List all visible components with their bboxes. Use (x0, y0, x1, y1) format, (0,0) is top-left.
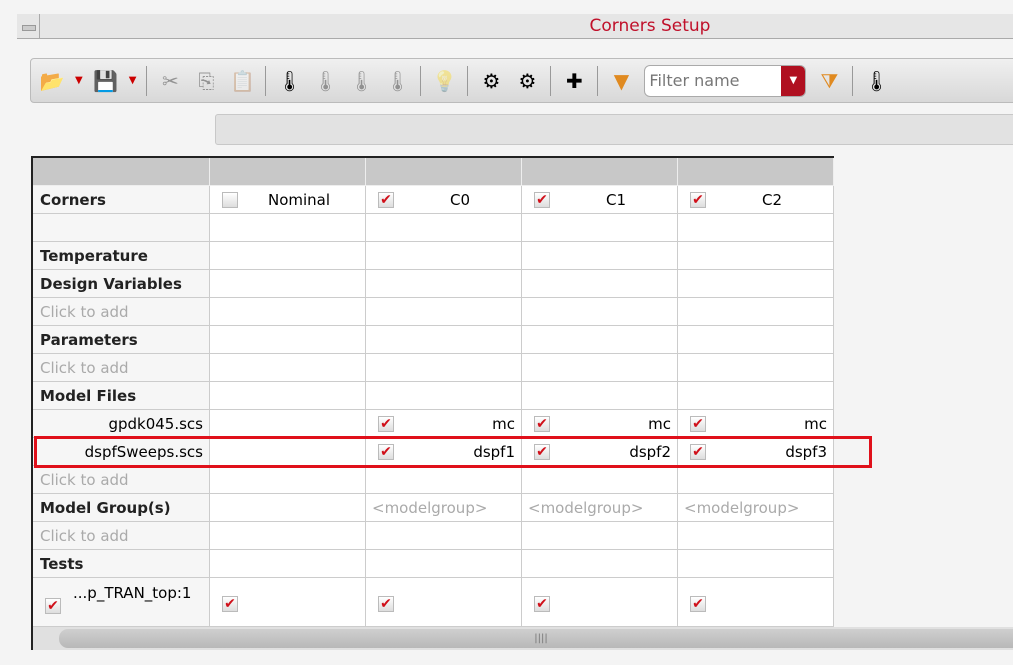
model-file-row-gpdk045: gpdk045.scs ✔ mc ✔ mc ✔ mc (33, 410, 834, 438)
model-section-cell[interactable]: ✔ mc (366, 410, 522, 438)
horizontal-scrollbar[interactable]: |||| (31, 627, 1013, 650)
add-model-group[interactable]: Click to add (33, 522, 210, 550)
toolbar: 📂 ▼ 💾 ▼ ✂ ⎘ 📋 🌡 🌡 🌡 🌡 💡 ⚙ ⚙ ✚ ▼ Filter nam… (30, 58, 1013, 103)
checkbox[interactable]: ✔ (534, 415, 550, 432)
design-variables-label: Design Variables (33, 270, 210, 298)
model-files-label: Model Files (33, 382, 210, 410)
clear-filter-icon[interactable]: ⧩ (816, 66, 842, 96)
filter-icon[interactable]: ▼ (608, 66, 634, 96)
title-bar: Corners Setup (17, 14, 1013, 39)
corner-c0[interactable]: ✔ C0 (366, 186, 522, 214)
copy-icon[interactable]: ⎘ (193, 66, 219, 96)
cell[interactable] (522, 242, 678, 270)
cell[interactable] (366, 242, 522, 270)
test-c0-checkbox[interactable]: ✔ (378, 596, 394, 612)
filter-name-input[interactable]: Filter name ▼ (644, 64, 807, 97)
modelgroup-cell[interactable]: <modelgroup> (678, 494, 834, 522)
test-c1-checkbox[interactable]: ✔ (534, 596, 550, 612)
model-groups-label: Model Group(s) (33, 494, 210, 522)
temperature-label: Temperature (33, 242, 210, 270)
cut-icon[interactable]: ✂ (157, 66, 183, 96)
c2-checkbox[interactable]: ✔ (690, 191, 706, 208)
corner-nominal[interactable]: Nominal (210, 186, 366, 214)
window-title: Corners Setup (589, 16, 711, 36)
parameters-label: Parameters (33, 326, 210, 354)
save-csv-icon[interactable]: 💾 (93, 66, 119, 96)
cell[interactable] (210, 242, 366, 270)
test-checkbox[interactable]: ✔ (45, 598, 61, 614)
nominal-checkbox[interactable] (222, 191, 238, 208)
modelgroup-cell[interactable]: <modelgroup> (522, 494, 678, 522)
corners-table: Corners Nominal ✔ C0 ✔ C1 ✔ C2 Temperature … (31, 156, 834, 627)
corner-c2[interactable]: ✔ C2 (678, 186, 834, 214)
temperature-settings-icon[interactable]: 🌡 (863, 66, 889, 96)
open-csv-icon[interactable]: 📂 (39, 66, 65, 96)
status-bar (215, 114, 1013, 145)
tests-label: Tests (33, 550, 210, 578)
filter-dropdown-icon[interactable]: ▼ (781, 65, 806, 96)
highlight-box (34, 436, 872, 468)
corners-row: Corners Nominal ✔ C0 ✔ C1 ✔ C2 (33, 186, 834, 214)
save-dropdown-icon[interactable]: ▼ (129, 75, 137, 86)
c1-checkbox[interactable]: ✔ (534, 191, 550, 208)
model-section-cell[interactable]: ✔ mc (522, 410, 678, 438)
delete-temperature-icon[interactable]: 🌡 (312, 66, 338, 96)
move-cross-icon[interactable]: ✚ (561, 66, 587, 96)
add-temperature-icon[interactable]: 🌡 (276, 66, 302, 96)
add-parameter[interactable]: Click to add (33, 354, 210, 382)
paste-icon[interactable]: 📋 (229, 66, 255, 96)
temp-move-right-icon[interactable]: 🌡 (348, 66, 374, 96)
settings-docs-icon[interactable]: ⚙ (514, 66, 540, 96)
model-section-cell[interactable]: ✔ mc (678, 410, 834, 438)
scrollbar-thumb[interactable]: |||| (59, 629, 1013, 648)
open-dropdown-icon[interactable]: ▼ (75, 75, 83, 86)
modelgroup-cell[interactable]: <modelgroup> (366, 494, 522, 522)
corner-c1[interactable]: ✔ C1 (522, 186, 678, 214)
temp-move-left-icon[interactable]: 🌡 (384, 66, 410, 96)
add-design-variable[interactable]: Click to add (33, 298, 210, 326)
settings-doc-icon[interactable]: ⚙ (478, 66, 504, 96)
test-c2-checkbox[interactable]: ✔ (690, 596, 706, 612)
c0-checkbox[interactable]: ✔ (378, 191, 394, 208)
add-model-file[interactable]: Click to add (33, 466, 210, 494)
lightbulb-icon[interactable]: 💡 (431, 66, 457, 96)
test-nominal-checkbox[interactable]: ✔ (222, 596, 238, 612)
cell[interactable] (678, 242, 834, 270)
test-row: ✔ ...p_TRAN_top:1 ✔ ✔ ✔ ✔ (33, 578, 834, 627)
checkbox[interactable]: ✔ (690, 415, 706, 432)
checkbox[interactable]: ✔ (378, 415, 394, 432)
